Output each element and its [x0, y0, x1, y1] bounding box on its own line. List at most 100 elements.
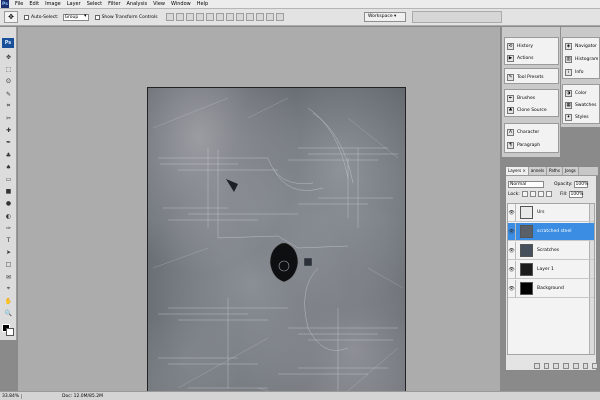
layer-row[interactable]: 👁 Layer 1: [508, 260, 594, 279]
opacity-input[interactable]: 100%: [573, 181, 588, 188]
brush-tool-icon[interactable]: ✒: [3, 138, 14, 147]
slice-tool-icon[interactable]: ✂: [3, 114, 14, 123]
background-color-swatch[interactable]: [6, 328, 14, 336]
panel-color[interactable]: ◑ Color: [565, 88, 587, 98]
menu-window[interactable]: Window: [168, 0, 194, 9]
hand-tool-icon[interactable]: ✋: [3, 297, 14, 306]
menu-analysis[interactable]: Analysis: [124, 0, 151, 9]
menu-help[interactable]: Help: [194, 0, 211, 9]
lock-transparency-icon[interactable]: [521, 191, 528, 197]
align-hcenter-icon[interactable]: [205, 13, 214, 21]
panel-history[interactable]: ⟲ History: [507, 41, 533, 51]
auto-select-checkbox[interactable]: [24, 14, 29, 20]
distribute-bottom-icon[interactable]: [245, 13, 254, 21]
eraser-tool-icon[interactable]: ▭: [3, 175, 14, 184]
lock-pixels-icon[interactable]: [529, 191, 536, 197]
lasso-tool-icon[interactable]: ʘ: [3, 77, 14, 86]
visibility-eye-icon[interactable]: 👁: [508, 260, 516, 279]
panel-info[interactable]: i Info: [565, 67, 584, 77]
align-bottom-icon[interactable]: [185, 13, 194, 21]
fill-input[interactable]: 100%: [568, 191, 583, 198]
menu-filter[interactable]: Filter: [105, 0, 123, 9]
tool-preset-picker[interactable]: ✥: [4, 11, 18, 23]
tab-paths[interactable]: Paths: [547, 167, 563, 175]
layer-row[interactable]: 👁 Urs: [508, 203, 594, 222]
align-top-icon[interactable]: [165, 13, 174, 21]
dodge-tool-icon[interactable]: ◐: [3, 212, 14, 221]
marquee-tool-icon[interactable]: ⬚: [3, 65, 14, 74]
trash-icon[interactable]: [592, 362, 599, 369]
auto-select-dropdown[interactable]: Group: [62, 13, 89, 21]
quick-select-tool-icon[interactable]: ✎: [3, 90, 14, 99]
visibility-eye-icon[interactable]: 👁: [508, 279, 516, 298]
zoom-level[interactable]: 33.84%: [0, 393, 22, 399]
align-right-icon[interactable]: [215, 13, 224, 21]
layer-row[interactable]: 👁 Background: [508, 279, 594, 298]
blur-tool-icon[interactable]: ●: [3, 199, 14, 208]
panel-histogram[interactable]: ▥ Histogram: [565, 54, 598, 64]
distribute-left-icon[interactable]: [255, 13, 264, 21]
menu-edit[interactable]: Edit: [26, 0, 42, 9]
panel-character[interactable]: A Character: [507, 127, 539, 137]
distribute-vcenter-icon[interactable]: [235, 13, 244, 21]
clone-stamp-icon[interactable]: ♣: [3, 151, 14, 160]
pen-tool-icon[interactable]: ✑: [3, 224, 14, 233]
blend-mode-dropdown[interactable]: Normal: [508, 181, 544, 188]
zoom-tool-icon[interactable]: 🔍: [3, 309, 14, 318]
menu-file[interactable]: File: [12, 0, 26, 9]
panel-navigator[interactable]: ◈ Navigator: [565, 41, 597, 51]
tab-jongs[interactable]: Jongs: [562, 167, 579, 175]
align-vcenter-icon[interactable]: [175, 13, 184, 21]
panel-brushes[interactable]: ✒ Brushes: [507, 93, 535, 103]
adjustment-layer-icon[interactable]: [563, 362, 569, 369]
type-tool-icon[interactable]: T: [3, 236, 14, 245]
lock-position-icon[interactable]: [537, 191, 544, 197]
document-canvas[interactable]: [147, 87, 406, 400]
panel-tool-presets[interactable]: ✎ Tool Presets: [507, 72, 544, 82]
visibility-eye-icon[interactable]: 👁: [508, 203, 516, 222]
photoshop-logo-icon[interactable]: Ps: [1, 0, 9, 8]
layer-row[interactable]: 👁 scratched steel: [508, 222, 594, 241]
doc-size[interactable]: Doc: 12.0M/85.2M: [62, 394, 103, 399]
tab-channels[interactable]: annels: [528, 167, 548, 175]
workspace-button[interactable]: Workspace ▾: [364, 12, 406, 22]
menu-layer[interactable]: Layer: [64, 0, 84, 9]
lock-all-icon[interactable]: [545, 191, 552, 197]
layer-thumbnail: [520, 263, 533, 276]
path-select-icon[interactable]: ➤: [3, 248, 14, 257]
show-transform-checkbox[interactable]: [94, 14, 100, 20]
menu-image[interactable]: Image: [42, 0, 64, 9]
healing-brush-icon[interactable]: ✚: [3, 126, 14, 135]
panel-swatches[interactable]: ▦ Swatches: [565, 100, 597, 110]
crop-tool-icon[interactable]: ⌗: [3, 102, 14, 111]
menu-select[interactable]: Select: [84, 0, 105, 9]
history-brush-icon[interactable]: ♠: [3, 163, 14, 172]
panel-paragraph[interactable]: ¶ Paragraph: [507, 140, 540, 150]
eyedropper-tool-icon[interactable]: ⌖: [3, 285, 14, 294]
layer-mask-icon[interactable]: [553, 362, 560, 369]
shape-tool-icon[interactable]: □: [3, 260, 14, 269]
visibility-eye-icon[interactable]: 👁: [508, 241, 516, 260]
distribute-hcenter-icon[interactable]: [265, 13, 274, 21]
ps-badge-icon[interactable]: Ps: [2, 38, 14, 48]
actions-icon: ▶: [507, 54, 514, 62]
panel-clone-source[interactable]: ♣ Clone Source: [507, 105, 547, 115]
distribute-right-icon[interactable]: [275, 13, 284, 21]
layer-row[interactable]: 👁 Scratches: [508, 241, 594, 260]
new-group-icon[interactable]: [572, 362, 579, 369]
notes-tool-icon[interactable]: ✉: [3, 273, 14, 282]
gradient-tool-icon[interactable]: ■: [3, 187, 14, 196]
panel-styles[interactable]: ✦ Styles: [565, 112, 589, 122]
visibility-eye-icon[interactable]: 👁: [508, 222, 516, 241]
new-layer-icon[interactable]: [582, 362, 589, 369]
menu-view[interactable]: View: [150, 0, 168, 9]
link-layers-icon[interactable]: [534, 362, 540, 369]
panel-actions[interactable]: ▶ Actions: [507, 53, 533, 63]
clone-source-icon: ♣: [507, 106, 514, 114]
tab-layers[interactable]: Layers ×: [506, 167, 529, 175]
move-tool-icon[interactable]: ✥: [3, 53, 14, 62]
layer-thumbnail: [520, 244, 533, 257]
align-left-icon[interactable]: [195, 13, 204, 21]
distribute-top-icon[interactable]: [225, 13, 234, 21]
layer-style-icon[interactable]: [543, 362, 550, 369]
